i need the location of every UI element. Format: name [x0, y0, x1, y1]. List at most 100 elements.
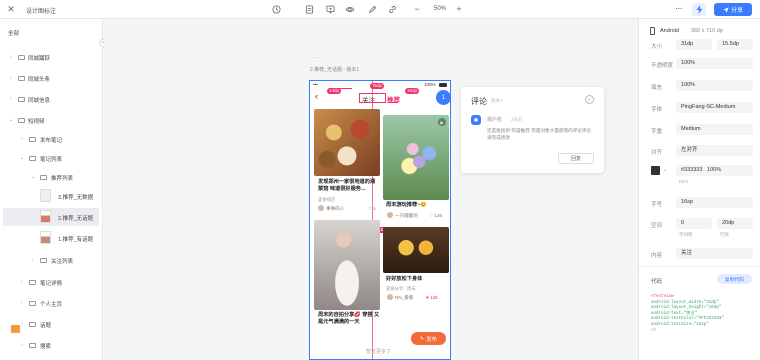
sidebar-item-label[interactable]: 短视频 — [28, 117, 45, 125]
zoom-in-button[interactable]: + — [454, 4, 464, 14]
folder-icon — [29, 156, 36, 161]
resolve-check-icon[interactable]: ✓ — [585, 95, 594, 104]
chevron-right-icon[interactable]: › — [21, 300, 23, 306]
card-user[interactable]: 事事的人 — [326, 206, 344, 212]
chevron-down-icon[interactable]: ⌄ — [663, 167, 667, 173]
avatar: ✱ — [471, 115, 481, 125]
card-caption[interactable]: 周末游玩推荐~😊 — [386, 202, 448, 209]
close-icon[interactable]: ✕ — [6, 4, 16, 14]
chevron-right-icon[interactable]: › — [10, 96, 12, 102]
sidebar-item-label[interactable]: 笔记列表 — [40, 155, 62, 163]
sidebar-item-label[interactable]: 关注列表 — [51, 257, 73, 265]
sidebar-item-label[interactable]: 发布笔记 — [40, 136, 62, 144]
align-field[interactable]: 左对齐 — [676, 145, 753, 156]
avatar[interactable] — [387, 212, 393, 218]
zoom-out-button[interactable]: − — [412, 4, 422, 14]
font-field[interactable]: PingFang-SC-Medium — [676, 102, 753, 113]
card-likes[interactable]: ♡ 1 — [368, 206, 376, 212]
chevron-right-icon[interactable]: › — [21, 342, 23, 348]
chevron-right-icon[interactable]: › — [10, 54, 12, 60]
bottom-hint: 暂无更多了 — [366, 349, 392, 355]
comment-user: 用户名 — [487, 117, 503, 123]
chevron-right-icon[interactable]: › — [21, 321, 23, 327]
publish-label: 发布 — [426, 336, 438, 343]
lightning-icon[interactable] — [692, 3, 706, 16]
reply-button[interactable]: 回复 — [558, 153, 594, 164]
back-arrow-icon[interactable]: ‹ — [315, 91, 318, 101]
chevron-right-icon[interactable]: › — [21, 136, 23, 142]
hex-label: HEX — [679, 179, 689, 184]
play-icon: ▶ — [438, 118, 446, 126]
publish-button[interactable]: ✎ 发布 — [411, 332, 446, 345]
page-thumbnail — [40, 189, 51, 202]
pen-icon[interactable] — [367, 4, 377, 14]
chevron-down-icon[interactable]: ⌄ — [20, 155, 24, 161]
selection-box — [359, 93, 386, 103]
card-likes[interactable]: ♥ 126 — [426, 295, 438, 300]
color-opacity: 100% — [707, 167, 722, 173]
annotation-badge[interactable]: 1 — [436, 90, 450, 105]
chevron-right-icon[interactable]: › — [21, 279, 23, 285]
weight-field[interactable]: Medium — [676, 124, 753, 135]
document-icon[interactable] — [304, 4, 314, 14]
card-meta: 美食分享 · 周末 — [386, 286, 416, 291]
content-field[interactable]: 关注 — [676, 248, 753, 259]
sidebar-item-label[interactable]: 话题 — [40, 321, 51, 329]
chevron-down-icon[interactable]: ⌄ — [9, 117, 13, 123]
chevron-down-icon[interactable]: ⌄ — [31, 174, 35, 180]
card-user[interactable]: 一只鹿鹿的 — [395, 213, 418, 219]
sidebar-item-label[interactable]: 2.推荐_无话题 — [58, 214, 93, 222]
line-height-field[interactable]: 20dp — [717, 218, 753, 229]
comment-version: 版本1 — [491, 98, 503, 103]
width-field[interactable]: 31dp — [676, 39, 712, 50]
divider — [639, 266, 760, 267]
sidebar-item-label[interactable]: 同城头条 — [28, 75, 50, 83]
phone-frame[interactable]: ••• 9:41 100% ‹ 关注 推荐 1 13dp 35dp 16dp 1… — [309, 80, 451, 360]
sidebar-item-label[interactable]: 同城踊跃 — [28, 54, 50, 62]
sidebar-item-label[interactable]: 推荐列表 — [51, 174, 73, 182]
card-image-food[interactable] — [314, 109, 380, 176]
sidebar-item-label[interactable]: 笔记详情 — [40, 279, 62, 287]
card-user[interactable]: NN_看看 — [395, 295, 413, 301]
font-size-field[interactable]: 16sp — [676, 197, 753, 208]
opacity-field[interactable]: 100% — [676, 58, 753, 69]
link-icon[interactable] — [387, 4, 397, 14]
device-name[interactable]: Android — [660, 28, 679, 34]
more-icon[interactable]: ··· — [673, 4, 685, 14]
card-image-balloons[interactable]: ▶ — [383, 115, 449, 200]
letter-spacing-field[interactable]: 0 — [676, 218, 712, 229]
card-image-portrait[interactable] — [314, 220, 380, 310]
color-field[interactable]: #333333 100% — [676, 165, 753, 176]
measure-label: 13dp — [327, 88, 342, 94]
frame-title[interactable]: 2.推荐_无话题 - 版本1 — [310, 66, 359, 73]
frame-handle-icon[interactable]: ··· — [312, 55, 318, 61]
eye-icon[interactable] — [345, 4, 355, 14]
height-field[interactable]: 15.5dp — [717, 39, 753, 50]
sidebar-item-label[interactable]: 个人主页 — [40, 300, 62, 308]
sidebar-item-label[interactable]: 3.推荐_无数据 — [58, 193, 93, 201]
card-likes[interactable]: ♡ 126 — [429, 213, 442, 219]
comment-icon[interactable] — [325, 4, 335, 14]
avatar[interactable] — [387, 294, 393, 300]
sidebar-item-label[interactable]: 1.推荐_有话题 — [58, 235, 93, 243]
fill-field[interactable]: 100% — [676, 80, 753, 91]
tree-root-all[interactable]: 全部 — [8, 29, 19, 37]
gift-icon[interactable] — [11, 325, 20, 333]
avatar[interactable] — [318, 205, 324, 211]
layer-tree-panel: 全部 ‹ › 同城踊跃 › 同城头条 › 同城信息 ⌄ 短视频 › 发布笔记 ⌄… — [0, 19, 107, 360]
sidebar-item-label[interactable]: 搜索 — [40, 342, 51, 350]
copy-code-button[interactable]: 复制代码 — [717, 274, 752, 284]
color-swatch[interactable] — [651, 166, 660, 175]
font-size-label: 字号 — [651, 202, 663, 208]
chevron-right-icon[interactable]: › — [32, 257, 34, 263]
share-button[interactable]: 分享 — [714, 3, 752, 16]
card-caption[interactable]: 好好放松下身体 — [386, 276, 448, 283]
history-icon[interactable] — [271, 4, 281, 14]
card-caption[interactable]: 发现郑州一家很地道的湘菜馆 味道很好服务... — [318, 179, 380, 193]
sidebar-item-label[interactable]: 同城信息 — [28, 96, 50, 104]
folder-icon — [18, 55, 25, 60]
card-caption[interactable]: 周末的自拍分享💋 穿搭 又是元气满满的一天 — [318, 312, 380, 326]
card-image-drinks[interactable] — [383, 227, 449, 273]
zoom-level[interactable]: 50% — [434, 6, 446, 12]
chevron-right-icon[interactable]: › — [10, 75, 12, 81]
